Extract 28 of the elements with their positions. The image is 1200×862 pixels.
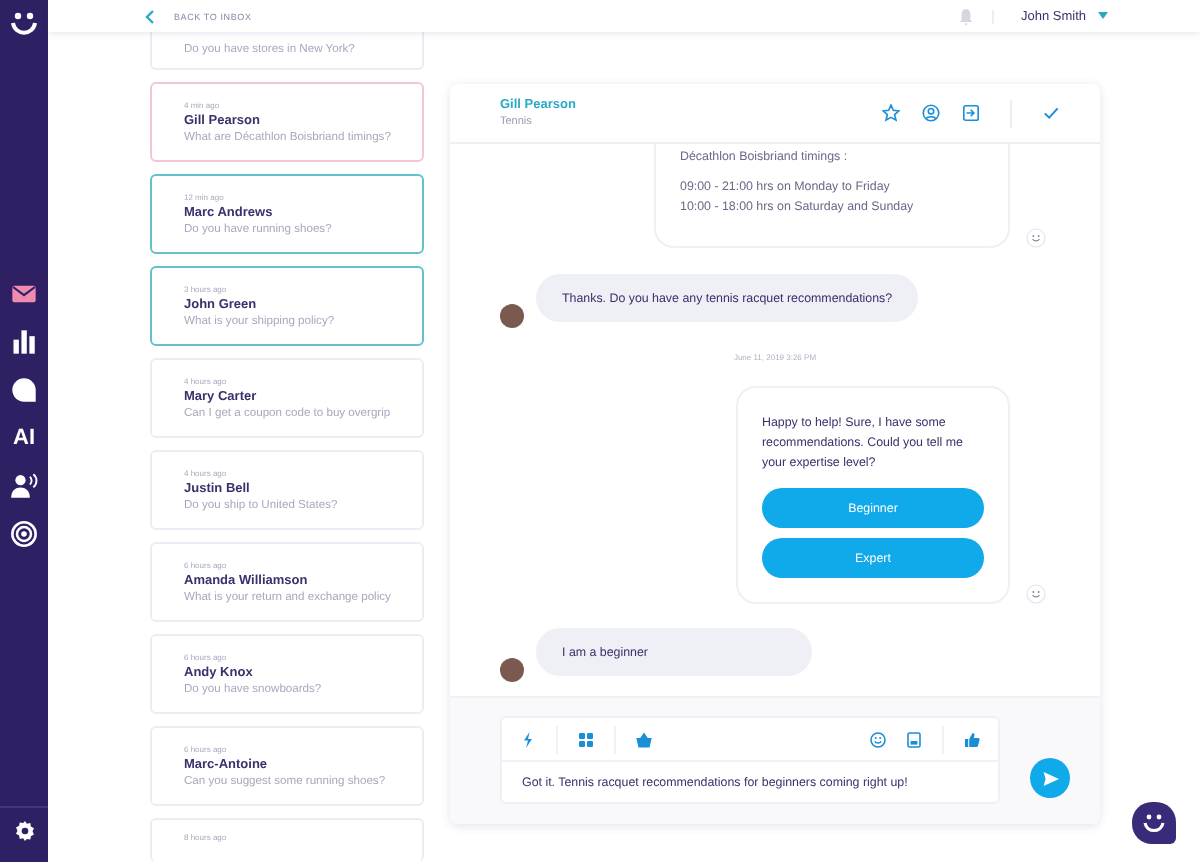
caret-icon xyxy=(1098,12,1108,20)
chevron-left-icon xyxy=(144,9,156,23)
thumbs-up-icon[interactable] xyxy=(964,731,980,747)
smiley-icon[interactable] xyxy=(870,731,886,747)
user-circle-icon[interactable] xyxy=(922,104,940,122)
bot-smiley-icon xyxy=(1026,228,1046,248)
star-icon[interactable] xyxy=(882,104,900,122)
settings-icon[interactable] xyxy=(13,820,35,842)
envelope-icon[interactable] xyxy=(10,280,38,308)
bot-smiley-icon xyxy=(1026,584,1046,604)
image-icon[interactable] xyxy=(906,731,922,747)
target-icon[interactable] xyxy=(10,520,38,548)
smiley-icon xyxy=(1142,813,1166,833)
send-button[interactable] xyxy=(1030,758,1070,798)
bar-chart-icon[interactable] xyxy=(10,328,38,356)
person-speaking-icon[interactable] xyxy=(10,472,38,500)
chat-widget-button[interactable] xyxy=(1132,802,1176,844)
lightning-icon[interactable] xyxy=(520,731,536,747)
avatar xyxy=(500,304,524,328)
smiley-logo-icon xyxy=(10,12,38,36)
sign-in-icon[interactable] xyxy=(962,104,980,122)
grid-icon[interactable] xyxy=(578,731,594,747)
avatar xyxy=(500,658,524,682)
nav-item[interactable]: AI xyxy=(10,424,38,452)
basket-icon[interactable] xyxy=(636,731,652,747)
checkmark-icon[interactable] xyxy=(1042,104,1060,122)
send-icon xyxy=(1041,769,1059,787)
speech-bubble-icon[interactable] xyxy=(10,376,38,404)
